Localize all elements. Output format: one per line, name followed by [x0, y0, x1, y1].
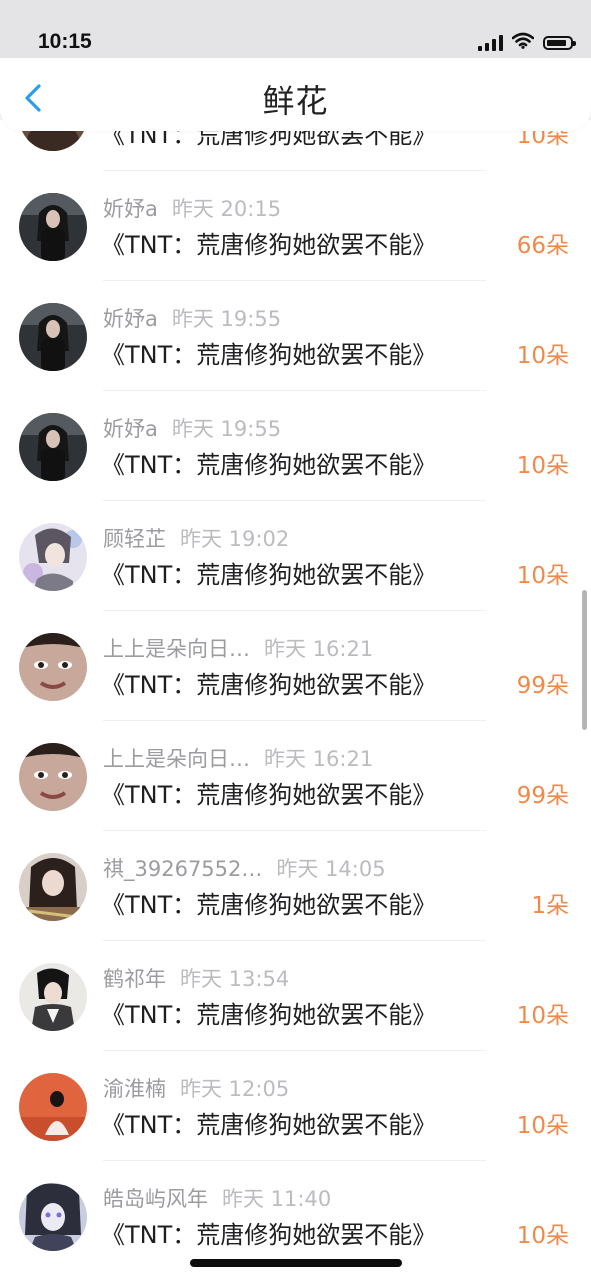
avatar[interactable] — [19, 303, 87, 371]
sender-info: 妡妤a 昨天 19:55 — [103, 303, 281, 333]
work-title: 《TNT：荒唐修狗她欲罢不能》 — [101, 1111, 437, 1139]
status-time: 10:15 — [38, 30, 92, 53]
sender-info: 祺_39267552… 昨天 14:05 — [103, 853, 386, 883]
avatar[interactable] — [19, 963, 87, 1031]
sent-time: 昨天 19:55 — [171, 307, 282, 331]
flower-amount: 10朵 — [516, 453, 569, 479]
avatar[interactable] — [19, 193, 87, 261]
sender-name: 妡妤a — [103, 197, 158, 221]
work-title: 《TNT：荒唐修狗她欲罢不能》 — [101, 891, 437, 919]
sent-time: 昨天 11:40 — [222, 1187, 332, 1211]
sent-time: 昨天 19:02 — [180, 527, 290, 551]
list-item[interactable]: 皓岛屿风年 昨天 11:40 《TNT：荒唐修狗她欲罢不能》 10朵 — [0, 1161, 591, 1271]
work-title: 《TNT：荒唐修狗她欲罢不能》 — [101, 451, 437, 479]
avatar[interactable] — [19, 633, 87, 701]
sender-info: 妡妤a 昨天 20:15 — [103, 193, 281, 223]
list-item[interactable]: 妡妤a 昨天 20:15 《TNT：荒唐修狗她欲罢不能》 66朵 — [0, 171, 591, 281]
work-title: 《TNT：荒唐修狗她欲罢不能》 — [101, 561, 437, 589]
sent-time: 昨天 16:21 — [264, 747, 374, 771]
flower-list: 《TNT：荒唐修狗她欲罢不能》 10朵 妡妤a 昨天 20:15 《TNT：荒唐修… — [0, 120, 591, 1280]
home-indicator[interactable] — [190, 1259, 402, 1267]
sender-name: 上上是朵向日… — [103, 747, 250, 771]
status-bar: 10:15 — [0, 0, 591, 58]
work-title: 《TNT：荒唐修狗她欲罢不能》 — [101, 1221, 437, 1249]
avatar[interactable] — [19, 743, 87, 811]
nav-bar: 鲜花 — [0, 58, 591, 131]
wifi-icon — [511, 32, 535, 53]
list-item[interactable]: 渝淮楠 昨天 12:05 《TNT：荒唐修狗她欲罢不能》 10朵 — [0, 1051, 591, 1161]
avatar[interactable] — [19, 853, 87, 921]
list-item[interactable]: 上上是朵向日… 昨天 16:21 《TNT：荒唐修狗她欲罢不能》 99朵 — [0, 611, 591, 721]
sent-time: 昨天 19:55 — [171, 417, 282, 441]
sender-info: 妡妤a 昨天 19:55 — [103, 413, 281, 443]
status-icons — [478, 32, 576, 53]
sender-name: 顾轻芷 — [103, 527, 166, 551]
signal-icon — [478, 34, 503, 51]
sender-info: 渝淮楠 昨天 12:05 — [103, 1073, 289, 1103]
sender-name: 祺_39267552… — [103, 857, 263, 881]
flower-amount: 10朵 — [516, 1223, 569, 1249]
avatar[interactable] — [19, 523, 87, 591]
sent-time: 昨天 20:15 — [171, 197, 282, 221]
sender-info: 上上是朵向日… 昨天 16:21 — [103, 633, 373, 663]
avatar[interactable] — [19, 1183, 87, 1251]
list-item[interactable]: 顾轻芷 昨天 19:02 《TNT：荒唐修狗她欲罢不能》 10朵 — [0, 501, 591, 611]
scrollbar[interactable] — [582, 590, 587, 730]
work-title: 《TNT：荒唐修狗她欲罢不能》 — [101, 671, 437, 699]
sender-name: 皓岛屿风年 — [103, 1187, 208, 1211]
avatar[interactable] — [19, 1073, 87, 1141]
sent-time: 昨天 14:05 — [276, 857, 386, 881]
flower-amount: 99朵 — [516, 783, 569, 809]
sender-info: 鹤祁年 昨天 13:54 — [103, 963, 289, 993]
sender-name: 鹤祁年 — [103, 967, 166, 991]
battery-icon — [543, 35, 576, 50]
sender-name: 上上是朵向日… — [103, 637, 250, 661]
work-title: 《TNT：荒唐修狗她欲罢不能》 — [101, 231, 437, 259]
list-item[interactable]: 妡妤a 昨天 19:55 《TNT：荒唐修狗她欲罢不能》 10朵 — [0, 281, 591, 391]
flower-amount: 10朵 — [516, 343, 569, 369]
work-title: 《TNT：荒唐修狗她欲罢不能》 — [101, 781, 437, 809]
sender-info: 顾轻芷 昨天 19:02 — [103, 523, 289, 553]
flower-amount: 10朵 — [516, 1003, 569, 1029]
sender-info: 上上是朵向日… 昨天 16:21 — [103, 743, 373, 773]
flower-amount: 10朵 — [516, 1113, 569, 1139]
work-title: 《TNT：荒唐修狗她欲罢不能》 — [101, 1001, 437, 1029]
flower-amount: 66朵 — [516, 233, 569, 259]
list-item[interactable]: 妡妤a 昨天 19:55 《TNT：荒唐修狗她欲罢不能》 10朵 — [0, 391, 591, 501]
avatar[interactable] — [19, 413, 87, 481]
list-item[interactable]: 上上是朵向日… 昨天 16:21 《TNT：荒唐修狗她欲罢不能》 99朵 — [0, 721, 591, 831]
page-title: 鲜花 — [262, 82, 329, 120]
flower-amount: 99朵 — [516, 673, 569, 699]
flower-amount: 1朵 — [531, 893, 569, 919]
sender-name: 渝淮楠 — [103, 1077, 166, 1101]
work-title: 《TNT：荒唐修狗她欲罢不能》 — [101, 341, 437, 369]
sender-info: 皓岛屿风年 昨天 11:40 — [103, 1183, 331, 1213]
sent-time: 昨天 12:05 — [180, 1077, 290, 1101]
sender-name: 妡妤a — [103, 417, 158, 441]
sent-time: 昨天 16:21 — [264, 637, 374, 661]
flower-amount: 10朵 — [516, 563, 569, 589]
list-item[interactable]: 鹤祁年 昨天 13:54 《TNT：荒唐修狗她欲罢不能》 10朵 — [0, 941, 591, 1051]
sender-name: 妡妤a — [103, 307, 158, 331]
sent-time: 昨天 13:54 — [180, 967, 290, 991]
list-item[interactable]: 祺_39267552… 昨天 14:05 《TNT：荒唐修狗她欲罢不能》 1朵 — [0, 831, 591, 941]
